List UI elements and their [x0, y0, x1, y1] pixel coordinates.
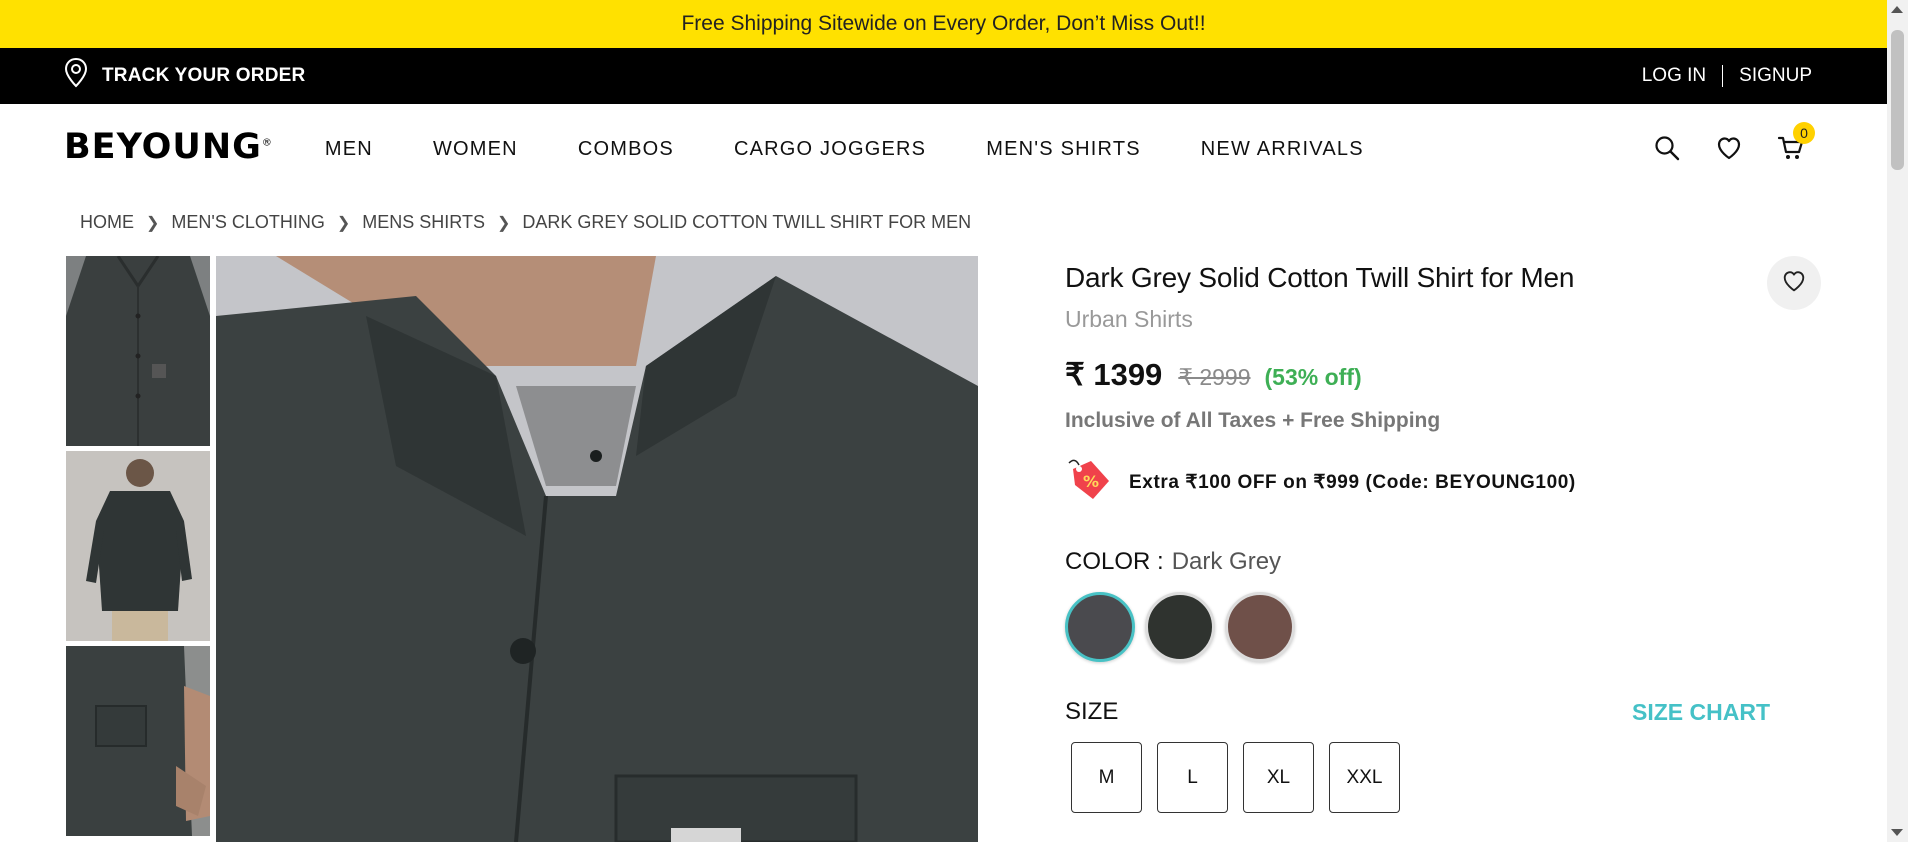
nav-menu: MEN WOMEN COMBOS CARGO JOGGERS MEN'S SHI… — [325, 138, 1424, 161]
promo-banner: Free Shipping Sitewide on Every Order, D… — [0, 0, 1887, 48]
swatch-dark-grey[interactable] — [1065, 592, 1135, 662]
size-option-xl[interactable]: XL — [1243, 742, 1314, 813]
main-nav: BEYOUNG® MEN WOMEN COMBOS CARGO JOGGERS … — [0, 104, 1887, 194]
discount-percent: (53% off) — [1264, 364, 1362, 390]
login-link[interactable]: LOG IN — [1642, 65, 1706, 87]
svg-text:%: % — [1083, 472, 1099, 491]
cart-icon[interactable]: 0 — [1777, 122, 1815, 162]
swatch-black-olive[interactable] — [1145, 592, 1215, 662]
scroll-thumb[interactable] — [1891, 30, 1904, 170]
nav-item-cargo-joggers[interactable]: CARGO JOGGERS — [734, 138, 926, 161]
tax-note: Inclusive of All Taxes + Free Shipping — [1065, 409, 1441, 432]
nav-item-new-arrivals[interactable]: NEW ARRIVALS — [1201, 138, 1364, 161]
breadcrumb-current-product: DARK GREY SOLID COTTON TWILL SHIRT FOR M… — [522, 212, 972, 232]
brand-logo-mark: ® — [261, 137, 273, 149]
product-thumbnail-back[interactable] — [66, 451, 210, 641]
product-info: Dark Grey Solid Cotton Twill Shirt for M… — [1065, 262, 1825, 813]
size-label: SIZE — [1065, 698, 1119, 725]
breadcrumb-home[interactable]: HOME — [80, 212, 134, 233]
nav-icons: 0 — [1653, 122, 1815, 162]
search-icon[interactable] — [1653, 134, 1681, 162]
auth-links: LOG IN SIGNUP — [1642, 65, 1812, 87]
size-option-l[interactable]: L — [1157, 742, 1228, 813]
scroll-up-arrow[interactable] — [1891, 6, 1903, 13]
offer-banner: % Extra ₹100 OFF on ₹999 (Code: BEYOUNG1… — [1065, 455, 1825, 510]
brand-logo[interactable]: BEYOUNG® — [64, 127, 273, 167]
product-thumbnails — [66, 256, 210, 841]
price-row: ₹ 1399 ₹ 2999 (53% off) — [1065, 357, 1825, 393]
nav-item-mens-shirts[interactable]: MEN'S SHIRTS — [986, 138, 1141, 161]
auth-divider — [1722, 65, 1724, 87]
top-bar: TRACK YOUR ORDER LOG IN SIGNUP — [0, 48, 1887, 104]
color-value: Dark Grey — [1171, 548, 1282, 575]
swatch-brown[interactable] — [1225, 592, 1295, 662]
nav-item-women[interactable]: WOMEN — [433, 138, 518, 161]
size-option-m[interactable]: M — [1071, 742, 1142, 813]
track-order-link[interactable]: TRACK YOUR ORDER — [64, 57, 306, 94]
discount-tag-icon: % — [1065, 455, 1115, 510]
product-thumbnail-front[interactable] — [66, 256, 210, 446]
mrp-price: ₹ 2999 — [1178, 364, 1251, 390]
color-row: COLOR : Dark Grey — [1065, 548, 1825, 576]
nav-item-men[interactable]: MEN — [325, 138, 373, 161]
color-swatches — [1065, 592, 1825, 662]
brand-logo-text: BEYOUNG — [64, 127, 262, 167]
promo-text: Free Shipping Sitewide on Every Order, D… — [681, 12, 1206, 35]
selling-price: ₹ 1399 — [1065, 357, 1163, 392]
product-title: Dark Grey Solid Cotton Twill Shirt for M… — [1065, 262, 1575, 293]
offer-text: Extra ₹100 OFF on ₹999 (Code: BEYOUNG100… — [1129, 472, 1576, 493]
heart-icon[interactable] — [1715, 134, 1743, 162]
product-thumbnail-side[interactable] — [66, 646, 210, 836]
breadcrumb-mens-clothing[interactable]: MEN'S CLOTHING — [171, 212, 324, 233]
chevron-right-icon: ❯ — [496, 214, 511, 232]
product-subtitle[interactable]: Urban Shirts — [1065, 306, 1825, 333]
breadcrumb: HOME ❯ MEN'S CLOTHING ❯ MENS SHIRTS ❯ DA… — [80, 212, 971, 233]
cart-count-badge: 0 — [1793, 122, 1815, 144]
signup-link[interactable]: SIGNUP — [1739, 65, 1812, 87]
size-header: SIZE SIZE CHART — [1065, 698, 1770, 726]
size-options: M L XL XXL — [1071, 742, 1825, 813]
size-option-xxl[interactable]: XXL — [1329, 742, 1400, 813]
chevron-right-icon: ❯ — [146, 214, 160, 232]
breadcrumb-mens-shirts[interactable]: MENS SHIRTS — [362, 212, 485, 233]
track-order-label: TRACK YOUR ORDER — [102, 65, 306, 86]
product-main-image[interactable] — [216, 256, 978, 842]
scroll-down-arrow[interactable] — [1891, 829, 1903, 836]
color-label: COLOR : — [1065, 548, 1164, 575]
location-pin-icon — [64, 57, 88, 94]
chevron-right-icon: ❯ — [336, 214, 351, 232]
nav-item-combos[interactable]: COMBOS — [578, 138, 674, 161]
page-scrollbar[interactable] — [1887, 0, 1908, 842]
size-chart-link[interactable]: SIZE CHART — [1632, 699, 1770, 726]
